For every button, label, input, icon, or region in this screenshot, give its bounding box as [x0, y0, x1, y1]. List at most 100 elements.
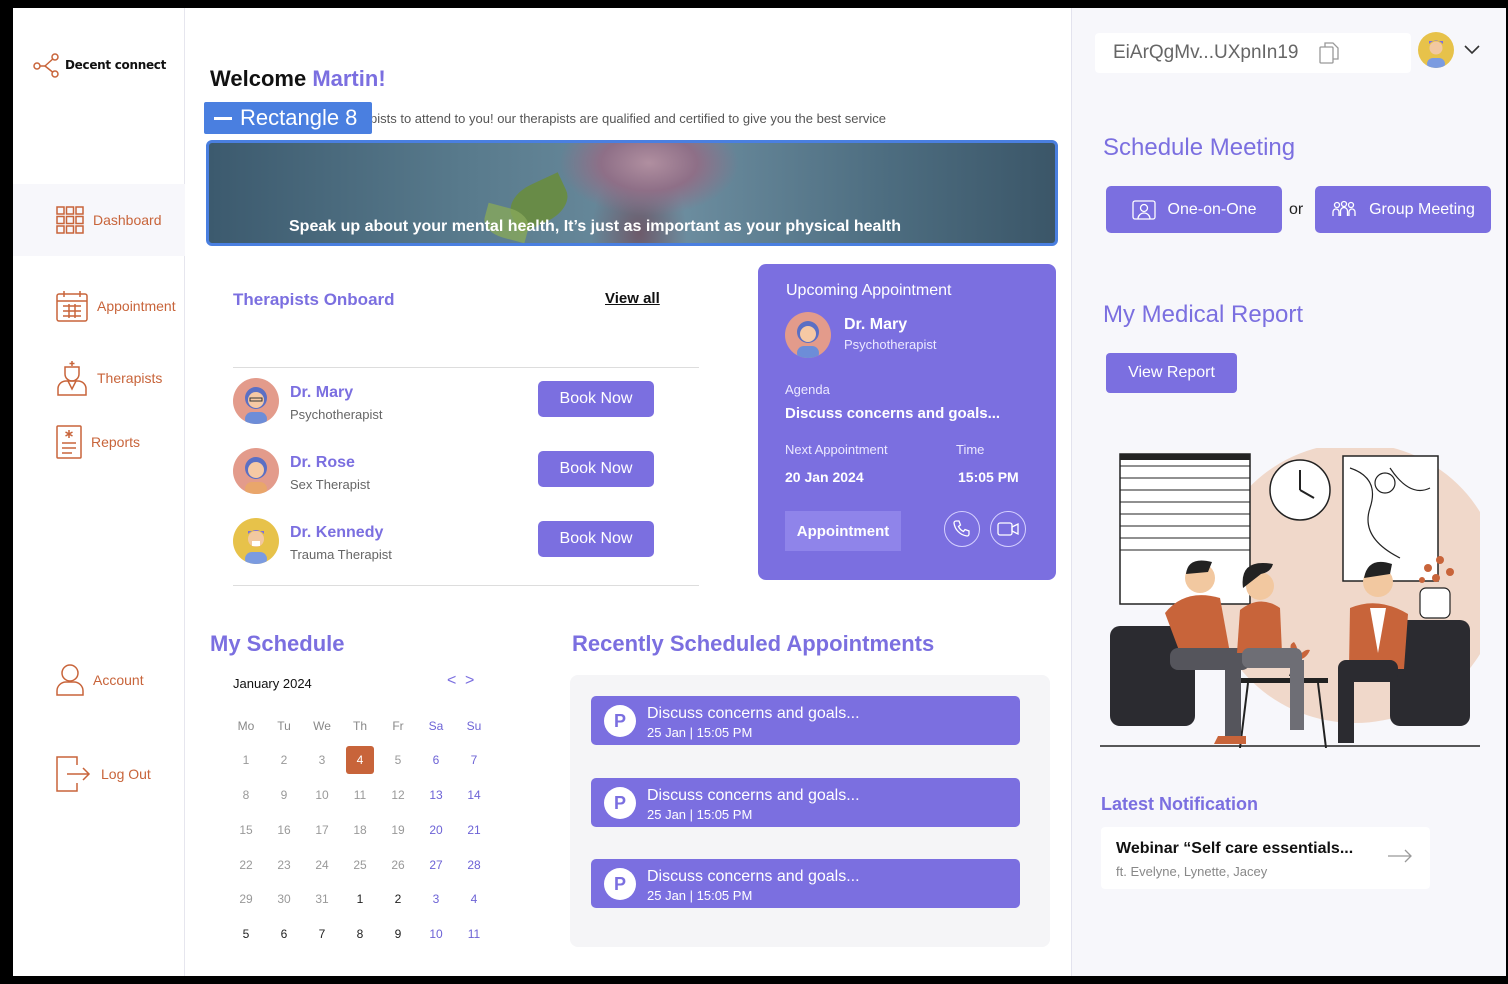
divider: [233, 585, 699, 586]
appointment-button[interactable]: Appointment: [785, 511, 901, 551]
or-text: or: [1289, 201, 1304, 218]
appointment-title: Discuss concerns and goals...: [647, 868, 860, 885]
calendar-day[interactable]: 30: [265, 886, 303, 912]
therapist-name: Dr. Kennedy: [290, 524, 384, 541]
logo[interactable]: Decent connect: [33, 52, 166, 78]
calendar-day[interactable]: 13: [417, 782, 455, 808]
calendar-day[interactable]: 21: [455, 817, 493, 843]
copy-icon[interactable]: [1318, 41, 1340, 65]
view-report-button[interactable]: View Report: [1106, 353, 1237, 393]
calendar-day[interactable]: 3: [417, 886, 455, 912]
next-appointment-date: 20 Jan 2024: [785, 469, 864, 485]
appointment-badge: P: [604, 705, 636, 737]
app-window: Decent connect Dashboard Appointment The…: [13, 8, 1506, 976]
calendar-day[interactable]: 7: [303, 921, 341, 947]
arrow-right-icon[interactable]: [1387, 849, 1413, 863]
appointment-meta: 25 Jan | 15:05 PM: [647, 807, 753, 822]
calendar-day[interactable]: 18: [341, 817, 379, 843]
calendar-day[interactable]: 11: [341, 782, 379, 808]
recent-appointments-panel: P Discuss concerns and goals... 25 Jan |…: [570, 675, 1050, 947]
calendar-prev-button[interactable]: <: [447, 672, 456, 690]
calendar-day[interactable]: 1: [341, 886, 379, 912]
doctor-icon: [57, 361, 87, 396]
avatar: [785, 312, 831, 358]
calendar-day[interactable]: 5: [379, 747, 417, 773]
group-icon: [1332, 200, 1356, 216]
divider: [233, 367, 699, 368]
calendar-day[interactable]: 8: [227, 782, 265, 808]
calendar-day[interactable]: 4: [455, 886, 493, 912]
calendar-next-button[interactable]: >: [465, 672, 474, 690]
list-item[interactable]: P Discuss concerns and goals... 25 Jan |…: [591, 778, 1020, 827]
list-item[interactable]: P Discuss concerns and goals... 25 Jan |…: [591, 859, 1020, 908]
calendar-day[interactable]: 5: [227, 921, 265, 947]
appointment-meta: 25 Jan | 15:05 PM: [647, 888, 753, 903]
book-now-button[interactable]: Book Now: [538, 381, 654, 417]
upcoming-title: Upcoming Appointment: [786, 282, 952, 299]
calendar-day[interactable]: 26: [379, 852, 417, 878]
logout-button[interactable]: Log Out: [13, 738, 185, 810]
calendar-day[interactable]: 4: [341, 746, 379, 774]
video-call-button[interactable]: [990, 511, 1026, 547]
grid-icon: [56, 206, 84, 234]
calendar-day[interactable]: 3: [303, 747, 341, 773]
therapist-row: Dr. Kennedy Trauma Therapist Book Now: [233, 518, 654, 566]
calendar-day[interactable]: 9: [379, 921, 417, 947]
sidebar-item-therapists[interactable]: Therapists: [13, 342, 185, 414]
calendar-day[interactable]: 17: [303, 817, 341, 843]
notification-card[interactable]: Webinar “Self care essentials... ft. Eve…: [1101, 827, 1430, 889]
sidebar-item-label: Account: [93, 672, 144, 688]
calendar-day[interactable]: 6: [417, 747, 455, 773]
calendar-day[interactable]: 20: [417, 817, 455, 843]
calendar-day[interactable]: 2: [379, 886, 417, 912]
weekday-label: Sa: [428, 719, 444, 733]
calendar-day[interactable]: 12: [379, 782, 417, 808]
logout-icon: [56, 756, 91, 792]
phone-call-button[interactable]: [944, 511, 980, 547]
calendar-day[interactable]: 23: [265, 852, 303, 878]
sidebar-item-reports[interactable]: Reports: [13, 406, 185, 478]
user-avatar[interactable]: [1418, 32, 1454, 68]
calendar-day[interactable]: 11: [455, 921, 493, 947]
page-title: Welcome Martin!: [210, 66, 386, 92]
sidebar-item-dashboard[interactable]: Dashboard: [13, 184, 185, 256]
calendar-day[interactable]: 16: [265, 817, 303, 843]
group-meeting-button[interactable]: Group Meeting: [1315, 186, 1491, 233]
calendar-day[interactable]: 25: [341, 852, 379, 878]
minus-icon: [214, 116, 232, 120]
calendar-day[interactable]: 14: [455, 782, 493, 808]
chevron-down-icon[interactable]: [1464, 45, 1480, 55]
wallet-address-field[interactable]: EiArQgMv...UXpnIn19: [1095, 33, 1411, 73]
calendar-day[interactable]: 7: [455, 747, 493, 773]
book-now-button[interactable]: Book Now: [538, 521, 654, 557]
calendar-day[interactable]: 10: [303, 782, 341, 808]
one-on-one-button[interactable]: One-on-One: [1106, 186, 1282, 233]
calendar-day[interactable]: 19: [379, 817, 417, 843]
calendar-day[interactable]: 24: [303, 852, 341, 878]
medical-report-title: My Medical Report: [1103, 301, 1304, 328]
list-item[interactable]: P Discuss concerns and goals... 25 Jan |…: [591, 696, 1020, 745]
calendar-day[interactable]: 22: [227, 852, 265, 878]
calendar-day[interactable]: 1: [227, 747, 265, 773]
calendar-day[interactable]: 27: [417, 852, 455, 878]
hero-banner: Speak up about your mental health, It’s …: [206, 140, 1058, 246]
avatar: [233, 448, 279, 494]
therapist-name: Dr. Mary: [290, 384, 354, 401]
weekday-label: Th: [352, 719, 367, 733]
calendar-day[interactable]: 28: [455, 852, 493, 878]
calendar-day[interactable]: 15: [227, 817, 265, 843]
sidebar-item-label: Therapists: [97, 370, 163, 386]
calendar-day[interactable]: 9: [265, 782, 303, 808]
calendar-day[interactable]: 10: [417, 921, 455, 947]
view-all-link[interactable]: View all: [605, 290, 660, 307]
sidebar-item-account[interactable]: Account: [13, 644, 185, 716]
user-icon: [56, 664, 84, 696]
book-now-button[interactable]: Book Now: [538, 451, 654, 487]
selected-day[interactable]: 4: [346, 746, 374, 774]
calendar-day[interactable]: 2: [265, 747, 303, 773]
calendar-day[interactable]: 31: [303, 886, 341, 912]
sidebar-item-appointment[interactable]: Appointment: [13, 270, 185, 342]
calendar-day[interactable]: 8: [341, 921, 379, 947]
calendar-day[interactable]: 6: [265, 921, 303, 947]
calendar-day[interactable]: 29: [227, 886, 265, 912]
